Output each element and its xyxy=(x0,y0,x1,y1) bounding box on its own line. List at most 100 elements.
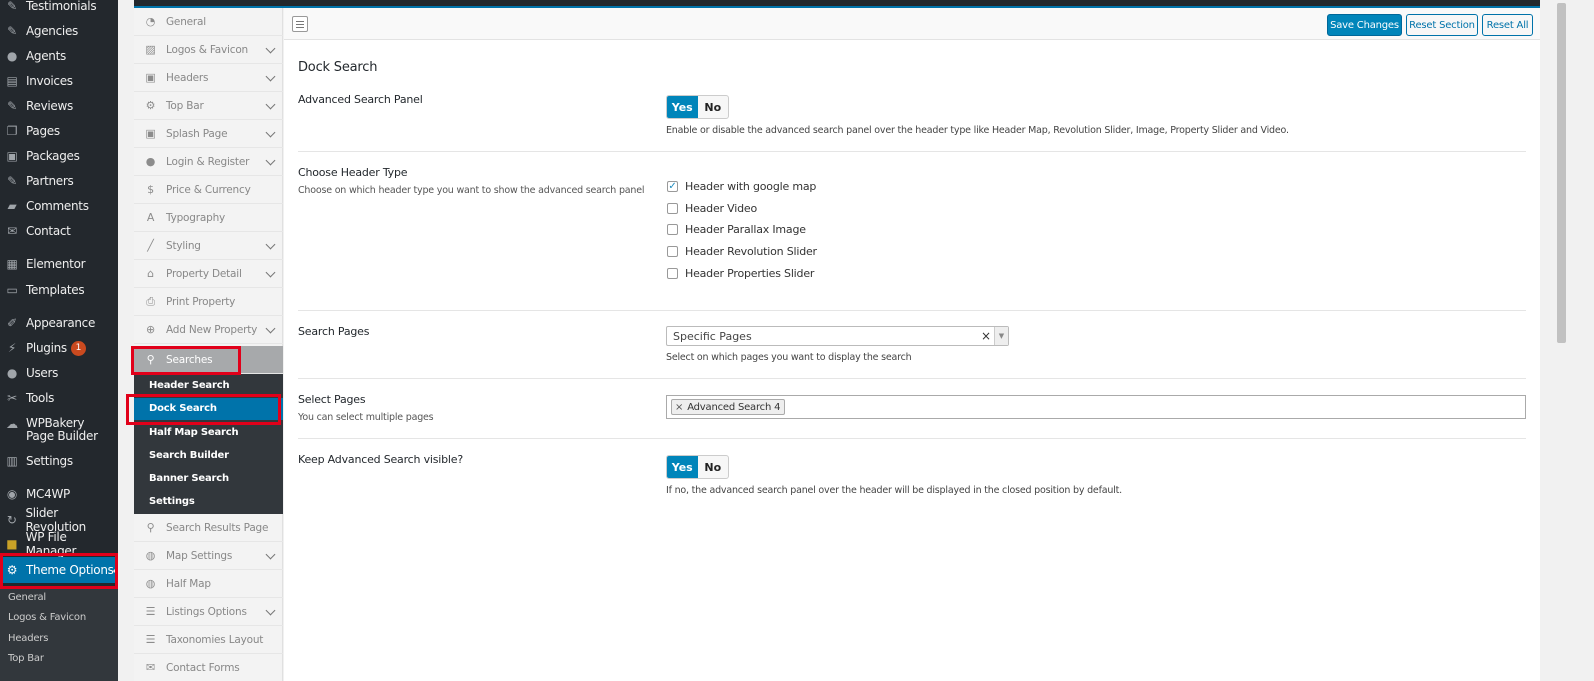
wrench-icon: ✂ xyxy=(7,391,17,405)
opt-nav-typography[interactable]: A Typography xyxy=(134,204,283,232)
plugin-icon: ⚡ xyxy=(7,341,17,355)
highlight-box-searches xyxy=(131,346,241,375)
top-bar xyxy=(134,0,1540,8)
opt-nav-login-register[interactable]: ● Login & Register xyxy=(134,148,283,176)
opt-sub-banner-search[interactable]: Banner Search xyxy=(149,473,229,484)
wp-menu-pages[interactable]: ❐ Pages xyxy=(0,119,118,143)
keep-visible-description: If no, the advanced search panel over th… xyxy=(666,485,1122,496)
opt-nav-half-map[interactable]: ◍ Half Map xyxy=(134,570,283,598)
checkbox-icon[interactable] xyxy=(667,224,678,235)
opt-sub-settings[interactable]: Settings xyxy=(149,496,195,507)
wp-menu-comments[interactable]: ▰ Comments xyxy=(0,194,118,218)
opt-nav-general[interactable]: ◔ General xyxy=(134,8,283,36)
search-pages-select[interactable]: Specific Pages × ▼ xyxy=(666,326,1009,346)
header-type-option[interactable]: Header Revolution Slider xyxy=(667,245,817,258)
wp-menu-settings[interactable]: ▥ Settings xyxy=(0,449,118,473)
print-icon: ⎙ xyxy=(146,294,155,308)
save-changes-button[interactable]: Save Changes xyxy=(1327,14,1402,36)
section-title: Dock Search xyxy=(298,60,378,75)
chevron-down-icon xyxy=(265,323,276,334)
plus-circle-icon: ⊕ xyxy=(145,323,156,336)
wp-menu-partners[interactable]: ✎ Partners xyxy=(0,169,118,193)
wp-submenu-top-bar[interactable]: Top Bar xyxy=(8,653,44,664)
advanced-panel-yes[interactable]: Yes xyxy=(667,96,698,118)
divider xyxy=(298,151,1526,152)
opt-nav-taxonomies-layout[interactable]: ☰ Taxonomies Layout xyxy=(134,626,283,654)
checkbox-icon[interactable] xyxy=(667,203,678,214)
opt-nav-splash-page[interactable]: ▣ Splash Page xyxy=(134,120,283,148)
wp-menu-reviews[interactable]: ✎ Reviews xyxy=(0,94,118,118)
opt-nav-map-settings[interactable]: ◍ Map Settings xyxy=(134,542,283,570)
opt-sub-header-search[interactable]: Header Search xyxy=(149,380,230,391)
wp-submenu-general[interactable]: General xyxy=(8,592,46,603)
wp-menu-mc4wp[interactable]: ◉ MC4WP xyxy=(0,482,118,506)
reset-section-button[interactable]: Reset Section xyxy=(1406,14,1478,36)
layout-toggle-button[interactable] xyxy=(292,16,308,32)
checkbox-checked-icon[interactable]: ✓ xyxy=(667,181,678,192)
reset-all-button[interactable]: Reset All xyxy=(1482,14,1533,36)
wp-menu-testimonials[interactable]: ✎ Testimonials xyxy=(0,0,118,18)
wp-submenu-headers[interactable]: Headers xyxy=(8,633,48,644)
chevron-down-icon xyxy=(265,71,276,82)
wp-menu-templates[interactable]: ▭ Templates xyxy=(0,278,118,302)
chevron-down-icon[interactable]: ▼ xyxy=(994,327,1008,345)
refresh-icon: ↻ xyxy=(6,513,17,527)
wp-menu-appearance[interactable]: ✐ Appearance xyxy=(0,311,118,335)
scrollbar-thumb[interactable] xyxy=(1557,3,1566,343)
advanced-panel-title: Advanced Search Panel xyxy=(298,93,423,106)
opt-sub-search-builder[interactable]: Search Builder xyxy=(149,450,229,461)
opt-nav-price-currency[interactable]: $ Price & Currency xyxy=(134,176,283,204)
wp-menu-agencies[interactable]: ✎ Agencies xyxy=(0,19,118,43)
header-type-option[interactable]: Header Parallax Image xyxy=(667,223,806,236)
page-scrollbar[interactable] xyxy=(1555,0,1568,681)
chevron-down-icon xyxy=(265,267,276,278)
wp-menu-packages[interactable]: ▣ Packages xyxy=(0,144,118,168)
header-type-option[interactable]: Header Properties Slider xyxy=(667,267,814,280)
wp-menu-agents[interactable]: ● Agents xyxy=(0,44,118,68)
advanced-panel-no[interactable]: No xyxy=(698,96,729,118)
keep-visible-no[interactable]: No xyxy=(698,456,729,478)
opt-nav-listings-options[interactable]: ☰ Listings Options xyxy=(134,598,283,626)
advanced-panel-toggle[interactable]: Yes No xyxy=(666,95,729,119)
dollar-icon: $ xyxy=(147,183,154,196)
opt-nav-headers[interactable]: ▣ Headers xyxy=(134,64,283,92)
mc4wp-icon: ◉ xyxy=(6,487,18,501)
opt-nav-contact-forms[interactable]: ✉ Contact Forms xyxy=(134,654,283,681)
header-type-option[interactable]: ✓ Header with google map xyxy=(667,180,816,193)
wp-menu-tools[interactable]: ✂ Tools xyxy=(0,386,118,410)
header-type-option[interactable]: Header Video xyxy=(667,202,757,215)
options-toolbar: Save Changes Reset Section Reset All xyxy=(284,8,1540,40)
wp-menu-elementor[interactable]: ▦ Elementor xyxy=(0,252,118,276)
opt-sub-half-map-search[interactable]: Half Map Search xyxy=(149,427,239,438)
opt-nav-property-detail[interactable]: ⌂ Property Detail xyxy=(134,260,283,288)
options-main-panel: Save Changes Reset Section Reset All Doc… xyxy=(284,8,1540,681)
wp-submenu-logos-favicon[interactable]: Logos & Favicon xyxy=(8,612,86,623)
clear-icon[interactable]: × xyxy=(981,329,991,343)
wp-menu-contact[interactable]: ✉ Contact xyxy=(0,219,118,243)
wp-menu-users[interactable]: ● Users xyxy=(0,361,118,385)
opt-nav-print-property[interactable]: ⎙ Print Property xyxy=(134,288,283,316)
checkbox-icon[interactable] xyxy=(667,268,678,279)
select-pages-multiselect[interactable]: × Advanced Search 4 xyxy=(666,395,1526,419)
user-icon: ● xyxy=(6,49,18,63)
wp-menu-invoices[interactable]: ▤ Invoices xyxy=(0,69,118,93)
opt-nav-search-results-page[interactable]: ⚲ Search Results Page xyxy=(134,514,283,542)
opt-nav-logos-favicon[interactable]: ▨ Logos & Favicon xyxy=(134,36,283,64)
checkbox-icon[interactable] xyxy=(667,246,678,257)
keep-visible-yes[interactable]: Yes xyxy=(667,456,698,478)
wp-menu-slider-revolution[interactable]: ↻ Slider Revolution xyxy=(0,506,118,534)
opt-nav-add-new-property[interactable]: ⊕ Add New Property xyxy=(134,316,283,344)
home-icon: ⌂ xyxy=(147,267,154,280)
list-icon xyxy=(296,20,304,28)
remove-tag-icon[interactable]: × xyxy=(675,402,683,413)
chevron-down-icon xyxy=(265,127,276,138)
globe-icon: ◍ xyxy=(145,549,156,562)
chevron-down-icon xyxy=(265,239,276,250)
opt-nav-top-bar[interactable]: ⚙ Top Bar xyxy=(134,92,283,120)
theme-options-nav: ◔ General ▨ Logos & Favicon ▣ Headers ⚙ Top … xyxy=(134,8,283,681)
keep-visible-title: Keep Advanced Search visible? xyxy=(298,453,463,466)
keep-visible-toggle[interactable]: Yes No xyxy=(666,455,729,479)
opt-nav-styling[interactable]: ╱ Styling xyxy=(134,232,283,260)
wp-menu-plugins[interactable]: ⚡ Plugins 1 xyxy=(0,336,118,360)
wp-menu-wpbakery[interactable]: ☁ WPBakery Page Builder xyxy=(0,416,118,448)
